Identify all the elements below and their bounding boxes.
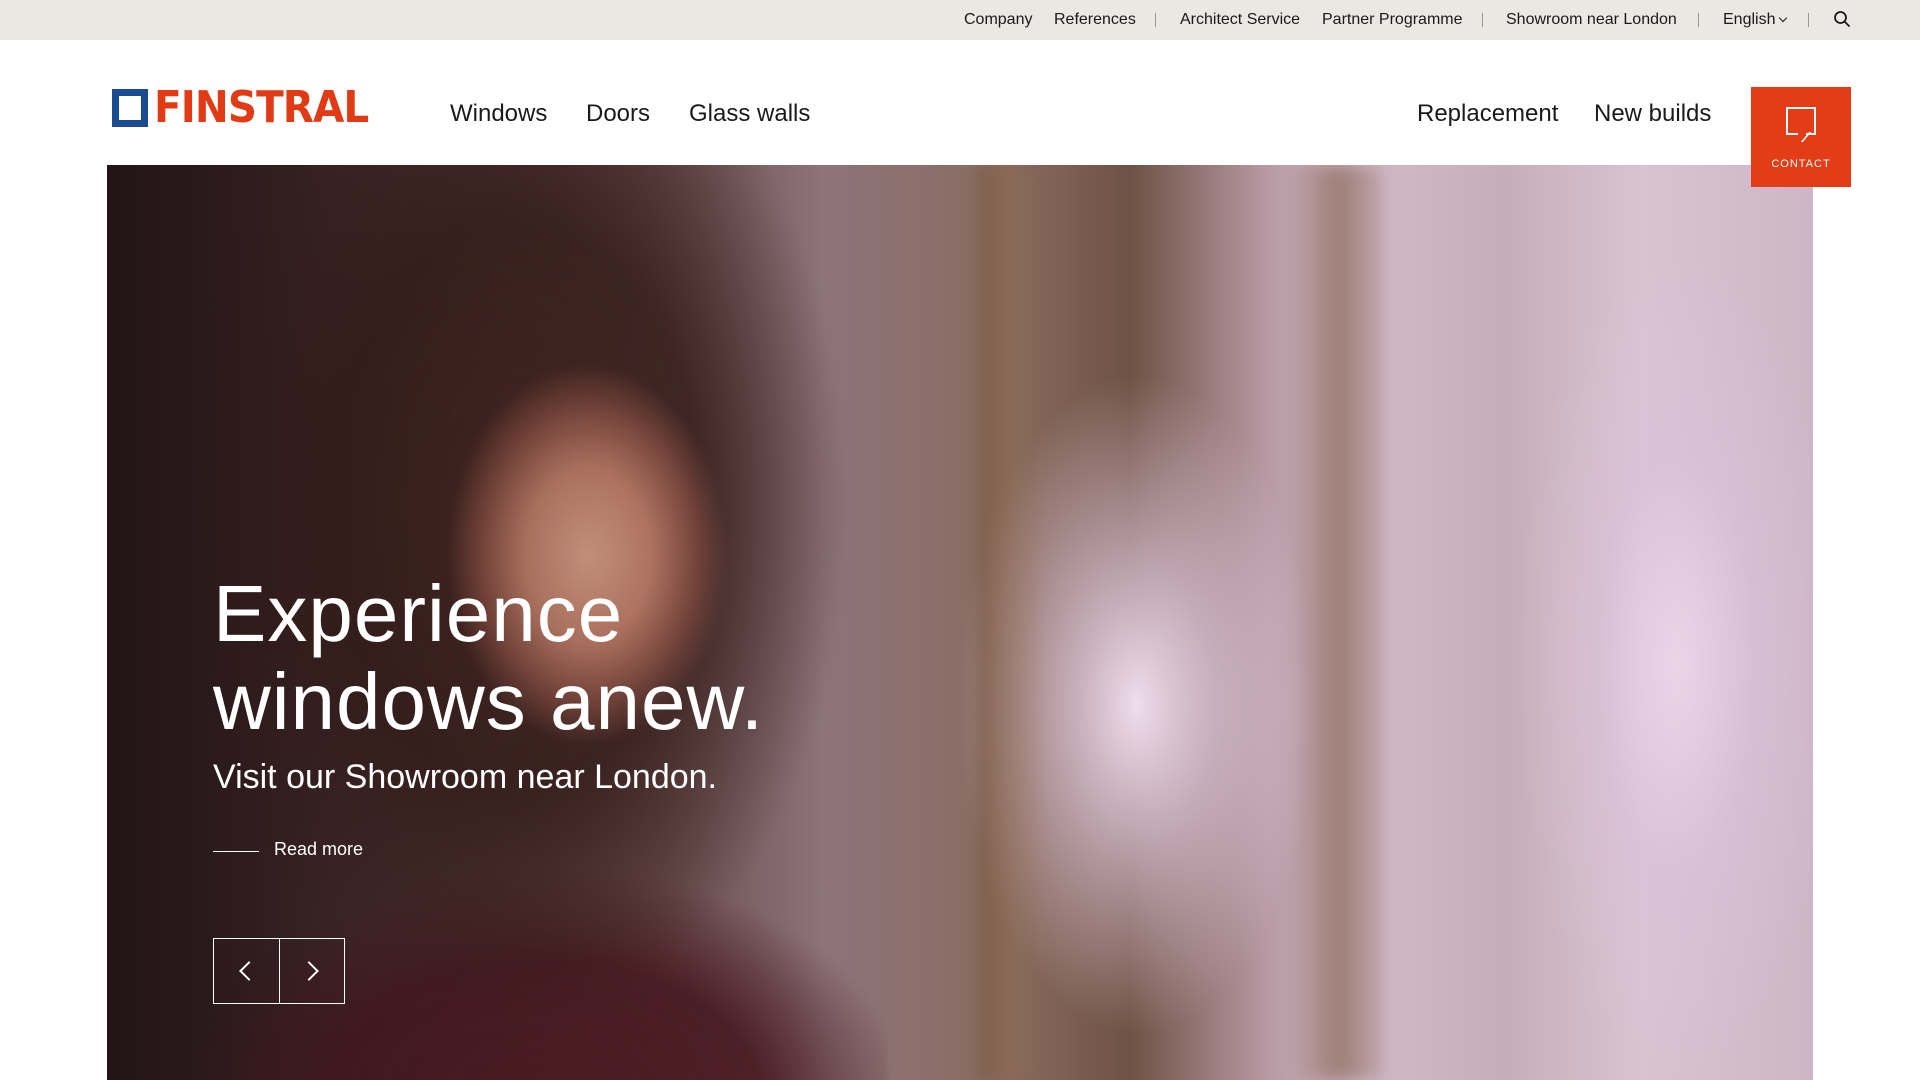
search-icon <box>1834 11 1850 27</box>
slider-controls <box>213 938 345 1004</box>
utility-link-references[interactable]: References <box>1054 0 1136 40</box>
hero-subtitle: Visit our Showroom near London. <box>213 758 718 796</box>
contact-label: CONTACT <box>1771 158 1831 170</box>
utility-link-architect-service[interactable]: Architect Service <box>1180 0 1300 40</box>
utility-divider <box>1808 13 1809 27</box>
nav-glass-walls[interactable]: Glass walls <box>689 100 810 128</box>
finstral-logo[interactable]: FINSTRAL <box>112 82 387 133</box>
utility-link-company[interactable]: Company <box>964 0 1032 40</box>
hero-title: Experience windows anew. <box>213 569 765 746</box>
language-label: English <box>1723 11 1776 28</box>
chevron-right-icon <box>299 961 319 981</box>
search-button[interactable] <box>1833 10 1851 30</box>
nav-doors[interactable]: Doors <box>586 100 650 128</box>
language-selector[interactable]: English <box>1723 0 1788 40</box>
nav-replacement[interactable]: Replacement <box>1417 100 1558 128</box>
utility-link-partner-programme[interactable]: Partner Programme <box>1322 0 1463 40</box>
utility-divider <box>1155 13 1156 27</box>
nav-new-builds[interactable]: New builds <box>1594 100 1711 128</box>
read-more-line <box>213 850 259 852</box>
main-header: FINSTRAL Windows Doors Glass walls Repla… <box>0 40 1920 165</box>
logo-square-mark <box>112 89 148 127</box>
chevron-left-icon <box>239 961 259 981</box>
hero-banner: Experience windows anew. Visit our Showr… <box>107 165 1813 1080</box>
read-more-label: Read more <box>274 838 364 859</box>
slider-prev-button[interactable] <box>214 939 279 1003</box>
utility-bar: Company References Architect Service Par… <box>0 0 1920 40</box>
contact-button[interactable]: CONTACT <box>1751 87 1851 187</box>
utility-divider <box>1698 13 1699 27</box>
utility-divider <box>1482 13 1483 27</box>
chevron-down-icon <box>1779 13 1788 23</box>
utility-link-showroom[interactable]: Showroom near London <box>1506 0 1677 40</box>
nav-windows[interactable]: Windows <box>450 100 547 128</box>
logo-wordmark: FINSTRAL <box>154 82 369 133</box>
read-more-link[interactable]: Read more <box>213 837 363 861</box>
slider-next-button[interactable] <box>279 939 344 1003</box>
